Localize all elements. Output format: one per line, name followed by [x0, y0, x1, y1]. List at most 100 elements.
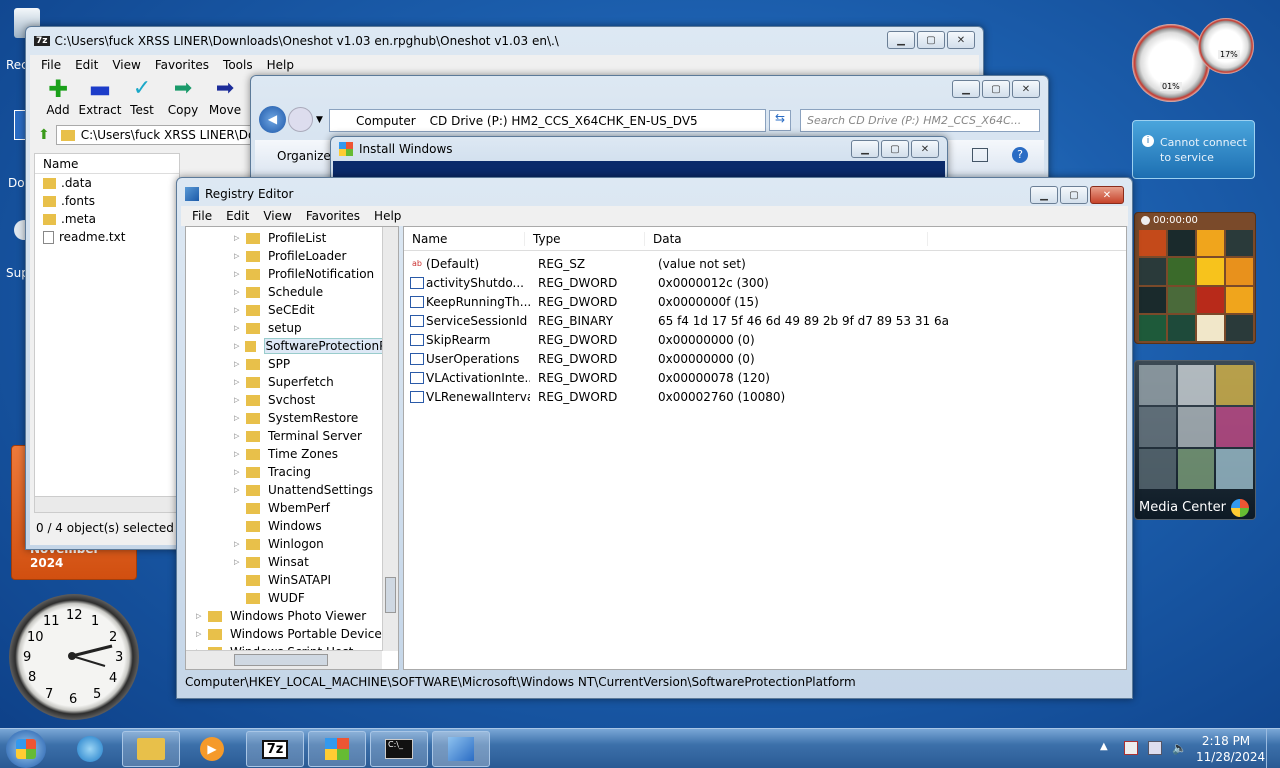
list-item[interactable]: .fonts	[35, 192, 179, 210]
chevron-down-icon[interactable]: ▼	[316, 115, 323, 125]
table-row[interactable]: SkipRearm REG_DWORD 0x00000000 (0)	[404, 330, 1126, 349]
expand-arrow-icon[interactable]: ▷	[234, 252, 244, 260]
registry-editor-window[interactable]: Registry Editor ▁ ▢ ✕ File Edit View Fav…	[176, 177, 1133, 699]
help-icon[interactable]: ?	[1012, 147, 1028, 163]
table-row[interactable]: KeepRunningTh... REG_DWORD 0x0000000f (15)	[404, 292, 1126, 311]
table-row[interactable]: VLActivationInte... REG_DWORD 0x00000078 (…	[404, 368, 1126, 387]
tree-item[interactable]: ▷ UnattendSettings	[186, 481, 398, 499]
tree-item[interactable]: ▷ SPP	[186, 355, 398, 373]
breadcrumb[interactable]: Computer CD Drive (P:) HM2_CCS_X64CHK_EN…	[329, 109, 766, 132]
menu-edit[interactable]: Edit	[68, 58, 105, 72]
tree-item[interactable]: ▷ Terminal Server	[186, 427, 398, 445]
start-button[interactable]	[6, 730, 46, 768]
clock-gadget[interactable]: 12 1 2 3 4 5 6 7 8 9 10 11	[9, 594, 139, 720]
close-button[interactable]: ✕	[1012, 80, 1040, 98]
minimize-button[interactable]: ▁	[851, 140, 879, 158]
maximize-button[interactable]: ▢	[982, 80, 1010, 98]
vertical-scrollbar[interactable]	[382, 227, 398, 651]
tree-item[interactable]: ▷ Windows Portable Devices	[186, 625, 398, 643]
menu-help[interactable]: Help	[260, 58, 301, 72]
expand-arrow-icon[interactable]: ▷	[234, 270, 244, 278]
expand-arrow-icon[interactable]: ▷	[234, 558, 244, 566]
registry-tree[interactable]: ▷ ProfileList ▷ ProfileLoader ▷ ProfileNotifi…	[185, 226, 399, 670]
expand-arrow-icon[interactable]: ▷	[234, 468, 244, 476]
expand-arrow-icon[interactable]: ▷	[234, 486, 244, 494]
expand-arrow-icon[interactable]: ▷	[234, 432, 244, 440]
scrollbar-thumb[interactable]	[234, 654, 328, 666]
minimize-button[interactable]: ▁	[952, 80, 980, 98]
menu-tools[interactable]: Tools	[216, 58, 260, 72]
media-center-gadget[interactable]: Media Center	[1134, 360, 1256, 520]
taskbar-ie[interactable]	[64, 731, 116, 767]
show-desktop-button[interactable]	[1266, 729, 1280, 768]
menu-favorites[interactable]: Favorites	[148, 58, 216, 72]
action-center-icon[interactable]	[1124, 741, 1138, 755]
column-header-name[interactable]: Name	[35, 154, 179, 174]
back-button[interactable]: ◀	[259, 106, 286, 133]
list-item[interactable]: readme.txt	[35, 228, 179, 246]
horizontal-scrollbar[interactable]	[35, 496, 179, 512]
preview-pane-icon[interactable]	[972, 148, 988, 162]
table-row[interactable]: ServiceSessionId REG_BINARY 65 f4 1d 17 5f…	[404, 311, 1126, 330]
cpu-meter-gadget[interactable]: 01% 17%	[1130, 18, 1256, 102]
table-row[interactable]: VLRenewalInterval REG_DWORD 0x00002760 (10…	[404, 387, 1126, 406]
tree-item[interactable]: ▷ SoftwareProtectionPla	[186, 337, 398, 355]
weather-gadget[interactable]: i Cannot connect to service	[1132, 120, 1255, 179]
menu-help[interactable]: Help	[367, 209, 408, 223]
tree-item[interactable]: ▷ setup	[186, 319, 398, 337]
expand-arrow-icon[interactable]: ▷	[234, 414, 244, 422]
system-clock[interactable]: 2:18 PM 11/28/2024	[1196, 733, 1265, 765]
menu-view[interactable]: View	[256, 209, 298, 223]
expand-arrow-icon[interactable]: ▷	[234, 342, 243, 350]
taskbar-7zip[interactable]: 7z	[246, 731, 304, 767]
expand-arrow-icon[interactable]: ▷	[234, 378, 244, 386]
minimize-button[interactable]: ▁	[887, 31, 915, 49]
scrollbar-thumb[interactable]	[385, 577, 396, 613]
menu-file[interactable]: File	[34, 58, 68, 72]
picture-puzzle-gadget[interactable]: 00:00:00	[1134, 212, 1256, 344]
tree-item[interactable]: ▷ Svchost	[186, 391, 398, 409]
table-row[interactable]: ab (Default) REG_SZ (value not set)	[404, 254, 1126, 273]
expand-arrow-icon[interactable]: ▷	[234, 360, 244, 368]
table-row[interactable]: activityShutdo... REG_DWORD 0x0000012c (30…	[404, 273, 1126, 292]
expand-arrow-icon[interactable]: ▷	[234, 234, 244, 242]
volume-icon[interactable]: 🔈	[1172, 741, 1187, 755]
expand-arrow-icon[interactable]: ▷	[196, 612, 206, 620]
tree-item[interactable]: ▷ Superfetch	[186, 373, 398, 391]
taskbar-regedit[interactable]	[432, 731, 490, 767]
taskbar-media-player[interactable]: ▶	[184, 731, 240, 767]
test-button[interactable]: ✓ Test	[122, 75, 162, 123]
maximize-button[interactable]: ▢	[917, 31, 945, 49]
tree-item[interactable]: WinSATAPI	[186, 571, 398, 589]
maximize-button[interactable]: ▢	[1060, 186, 1088, 204]
horizontal-scrollbar[interactable]	[186, 650, 382, 669]
minimize-button[interactable]: ▁	[1030, 186, 1058, 204]
refresh-icon[interactable]: ⇆	[769, 110, 791, 131]
file-list[interactable]: Name .data .fonts .meta readme.txt	[34, 153, 180, 513]
expand-arrow-icon[interactable]: ▷	[234, 396, 244, 404]
search-input[interactable]: Search CD Drive (P:) HM2_CCS_X64C...	[800, 109, 1040, 132]
breadcrumb-computer[interactable]: Computer	[356, 114, 416, 128]
taskbar-install-windows[interactable]	[308, 731, 366, 767]
table-row[interactable]: UserOperations REG_DWORD 0x00000000 (0)	[404, 349, 1126, 368]
column-header-name[interactable]: Name	[404, 232, 524, 246]
tree-item[interactable]: ▷ ProfileList	[186, 229, 398, 247]
close-button[interactable]: ✕	[1090, 186, 1124, 204]
list-item[interactable]: .meta	[35, 210, 179, 228]
tree-item[interactable]: ▷ Winlogon	[186, 535, 398, 553]
expand-arrow-icon[interactable]: ▷	[234, 288, 244, 296]
menu-edit[interactable]: Edit	[219, 209, 256, 223]
tree-item[interactable]: ▷ Winsat	[186, 553, 398, 571]
expand-arrow-icon[interactable]: ▷	[234, 324, 244, 332]
tree-item[interactable]: ▷ Time Zones	[186, 445, 398, 463]
up-folder-icon[interactable]: ⬆	[38, 127, 50, 143]
list-item[interactable]: .data	[35, 174, 179, 192]
copy-button[interactable]: ➡ Copy	[162, 75, 204, 123]
network-icon[interactable]	[1148, 741, 1162, 755]
taskbar-cmd[interactable]: C:\_	[370, 731, 428, 767]
show-hidden-icons-icon[interactable]: ▲	[1100, 741, 1108, 752]
close-button[interactable]: ✕	[911, 140, 939, 158]
organize-button[interactable]: Organize	[277, 149, 331, 163]
close-button[interactable]: ✕	[947, 31, 975, 49]
menu-view[interactable]: View	[105, 58, 147, 72]
